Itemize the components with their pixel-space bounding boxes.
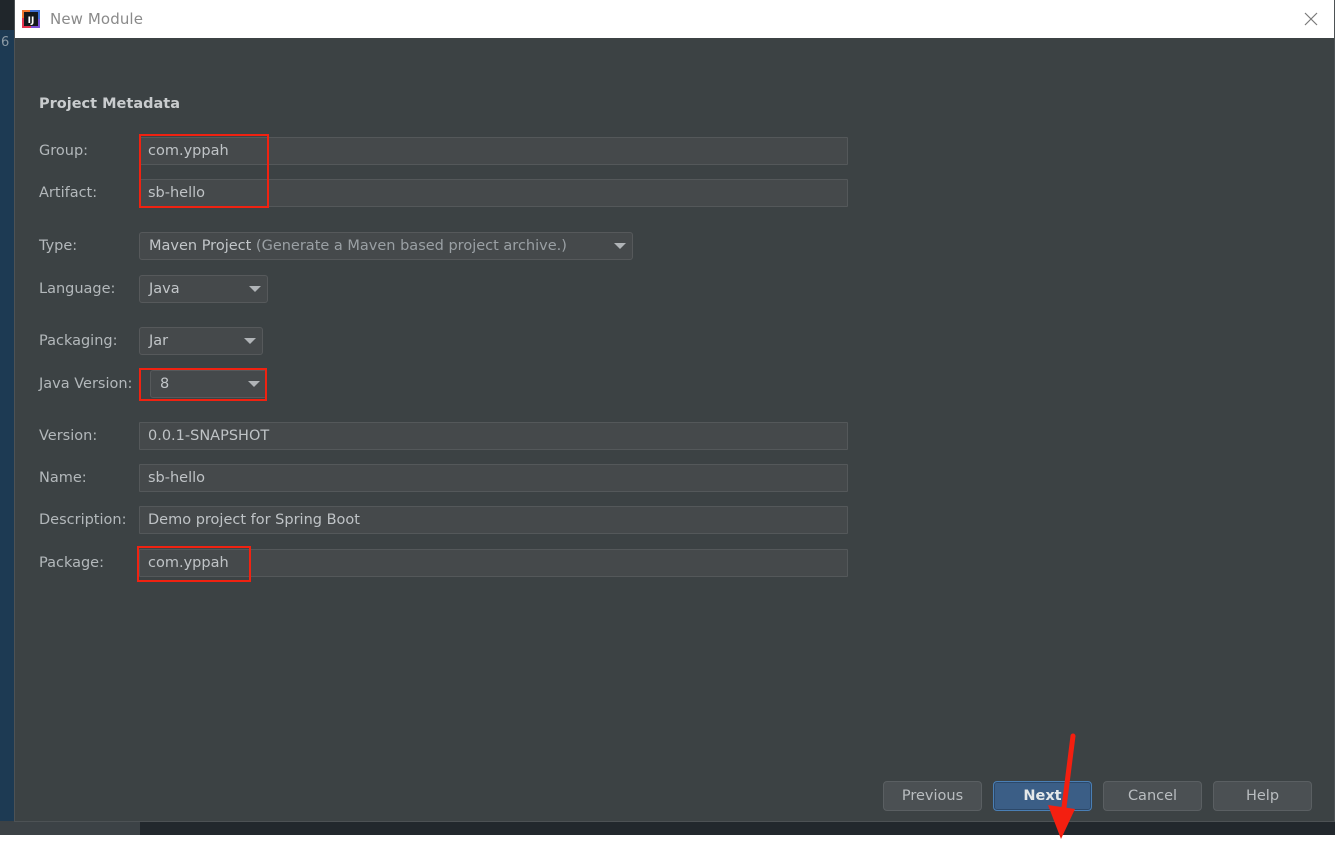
dialog-titlebar: IJ New Module <box>15 0 1334 38</box>
label-version: Version: <box>39 428 139 444</box>
language-dropdown-value: Java <box>149 281 239 297</box>
next-button[interactable]: Next <box>993 781 1092 811</box>
type-dropdown-value: Maven Project (Generate a Maven based pr… <box>149 238 604 254</box>
dialog-title: New Module <box>50 10 143 28</box>
language-dropdown[interactable]: Java <box>139 275 268 303</box>
field-row-type: Type: Maven Project (Generate a Maven ba… <box>39 232 633 260</box>
type-dropdown-main: Maven Project <box>149 238 251 254</box>
intellij-idea-icon: IJ <box>21 9 41 29</box>
ide-status-bar-segment <box>0 821 140 835</box>
field-row-language: Language: Java <box>39 275 268 303</box>
chevron-down-icon <box>614 243 626 249</box>
page-title: Project Metadata <box>39 96 180 112</box>
label-language: Language: <box>39 281 139 297</box>
field-row-artifact: Artifact: <box>39 179 848 207</box>
package-input[interactable] <box>139 549 848 577</box>
field-row-java-version: Java Version: 8 <box>39 370 267 398</box>
label-packaging: Packaging: <box>39 333 139 349</box>
editor-line-number: 6 <box>1 36 9 49</box>
dialog-footer: Previous Next Cancel Help <box>883 781 1312 811</box>
new-module-dialog: IJ New Module Project Metadata Group: Ar… <box>14 0 1335 822</box>
packaging-dropdown[interactable]: Jar <box>139 327 263 355</box>
type-dropdown[interactable]: Maven Project (Generate a Maven based pr… <box>139 232 633 260</box>
packaging-dropdown-value: Jar <box>149 333 234 349</box>
help-button[interactable]: Help <box>1213 781 1312 811</box>
chevron-down-icon <box>249 286 261 292</box>
close-icon[interactable] <box>1288 0 1334 38</box>
field-row-group: Group: <box>39 137 848 165</box>
field-row-description: Description: <box>39 506 848 534</box>
java-version-dropdown[interactable]: 8 <box>150 370 267 398</box>
label-artifact: Artifact: <box>39 185 139 201</box>
svg-text:IJ: IJ <box>28 16 35 26</box>
chevron-down-icon <box>248 381 260 387</box>
version-input[interactable] <box>139 422 848 450</box>
chevron-down-icon <box>244 338 256 344</box>
label-package: Package: <box>39 555 139 571</box>
java-version-dropdown-value: 8 <box>160 376 238 392</box>
previous-button[interactable]: Previous <box>883 781 982 811</box>
field-row-version: Version: <box>39 422 848 450</box>
field-row-package: Package: <box>39 549 848 577</box>
type-dropdown-hint: (Generate a Maven based project archive.… <box>251 238 567 254</box>
label-type: Type: <box>39 238 139 254</box>
cancel-button[interactable]: Cancel <box>1103 781 1202 811</box>
label-group: Group: <box>39 143 139 159</box>
field-row-name: Name: <box>39 464 848 492</box>
description-input[interactable] <box>139 506 848 534</box>
label-java-version: Java Version: <box>39 376 139 392</box>
editor-gutter <box>0 30 14 835</box>
label-description: Description: <box>39 512 139 528</box>
dialog-body: Project Metadata Group: Artifact: Type: … <box>15 38 1334 821</box>
field-row-packaging: Packaging: Jar <box>39 327 263 355</box>
label-name: Name: <box>39 470 139 486</box>
ide-status-bar <box>0 821 1335 835</box>
artifact-input[interactable] <box>139 179 848 207</box>
group-input[interactable] <box>139 137 848 165</box>
name-input[interactable] <box>139 464 848 492</box>
